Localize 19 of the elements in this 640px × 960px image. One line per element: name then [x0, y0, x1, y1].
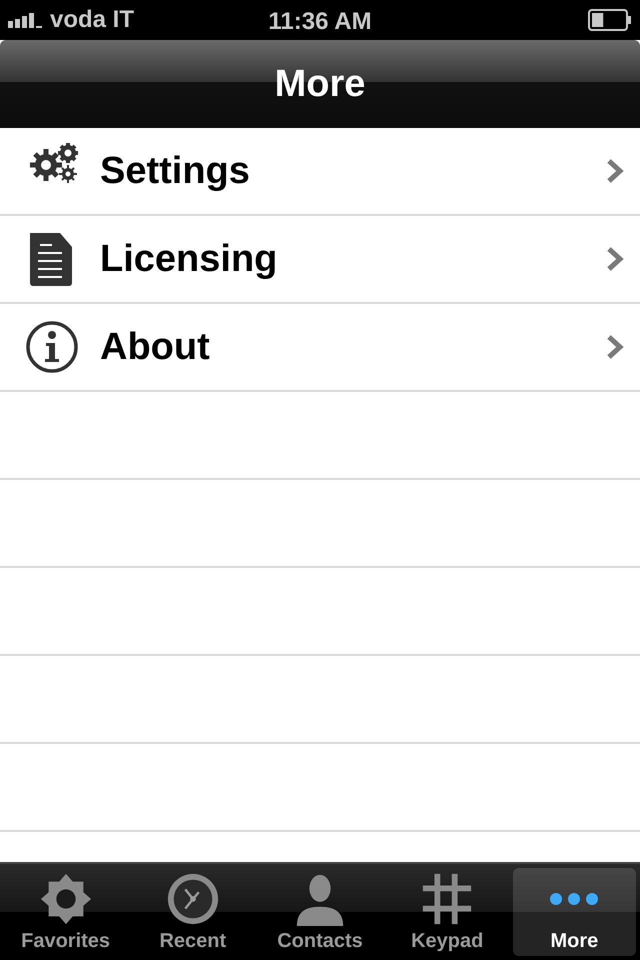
clock-time: 11:36 AM: [268, 8, 372, 35]
menu-label: Licensing: [100, 236, 278, 282]
chevron-icon: [606, 158, 624, 184]
chevron-icon: [606, 246, 624, 272]
signal-icon: [8, 12, 42, 28]
menu-row[interactable]: Settings: [0, 128, 640, 216]
tab[interactable]: Contacts: [258, 868, 382, 956]
carrier-name: voda IT: [50, 5, 134, 35]
tab[interactable]: Favorites: [4, 868, 128, 956]
tab[interactable]: Recent: [131, 868, 254, 956]
tab[interactable]: Keypad: [386, 868, 509, 956]
menu-label: Settings: [100, 148, 250, 194]
menu-label: About: [100, 324, 210, 370]
chevron-icon: [606, 334, 624, 360]
menu-row[interactable]: About: [0, 304, 640, 392]
tab[interactable]: More: [512, 868, 636, 956]
nav-title: More: [274, 62, 366, 106]
battery-icon: [588, 9, 632, 31]
menu-row[interactable]: Licensing: [0, 216, 640, 304]
